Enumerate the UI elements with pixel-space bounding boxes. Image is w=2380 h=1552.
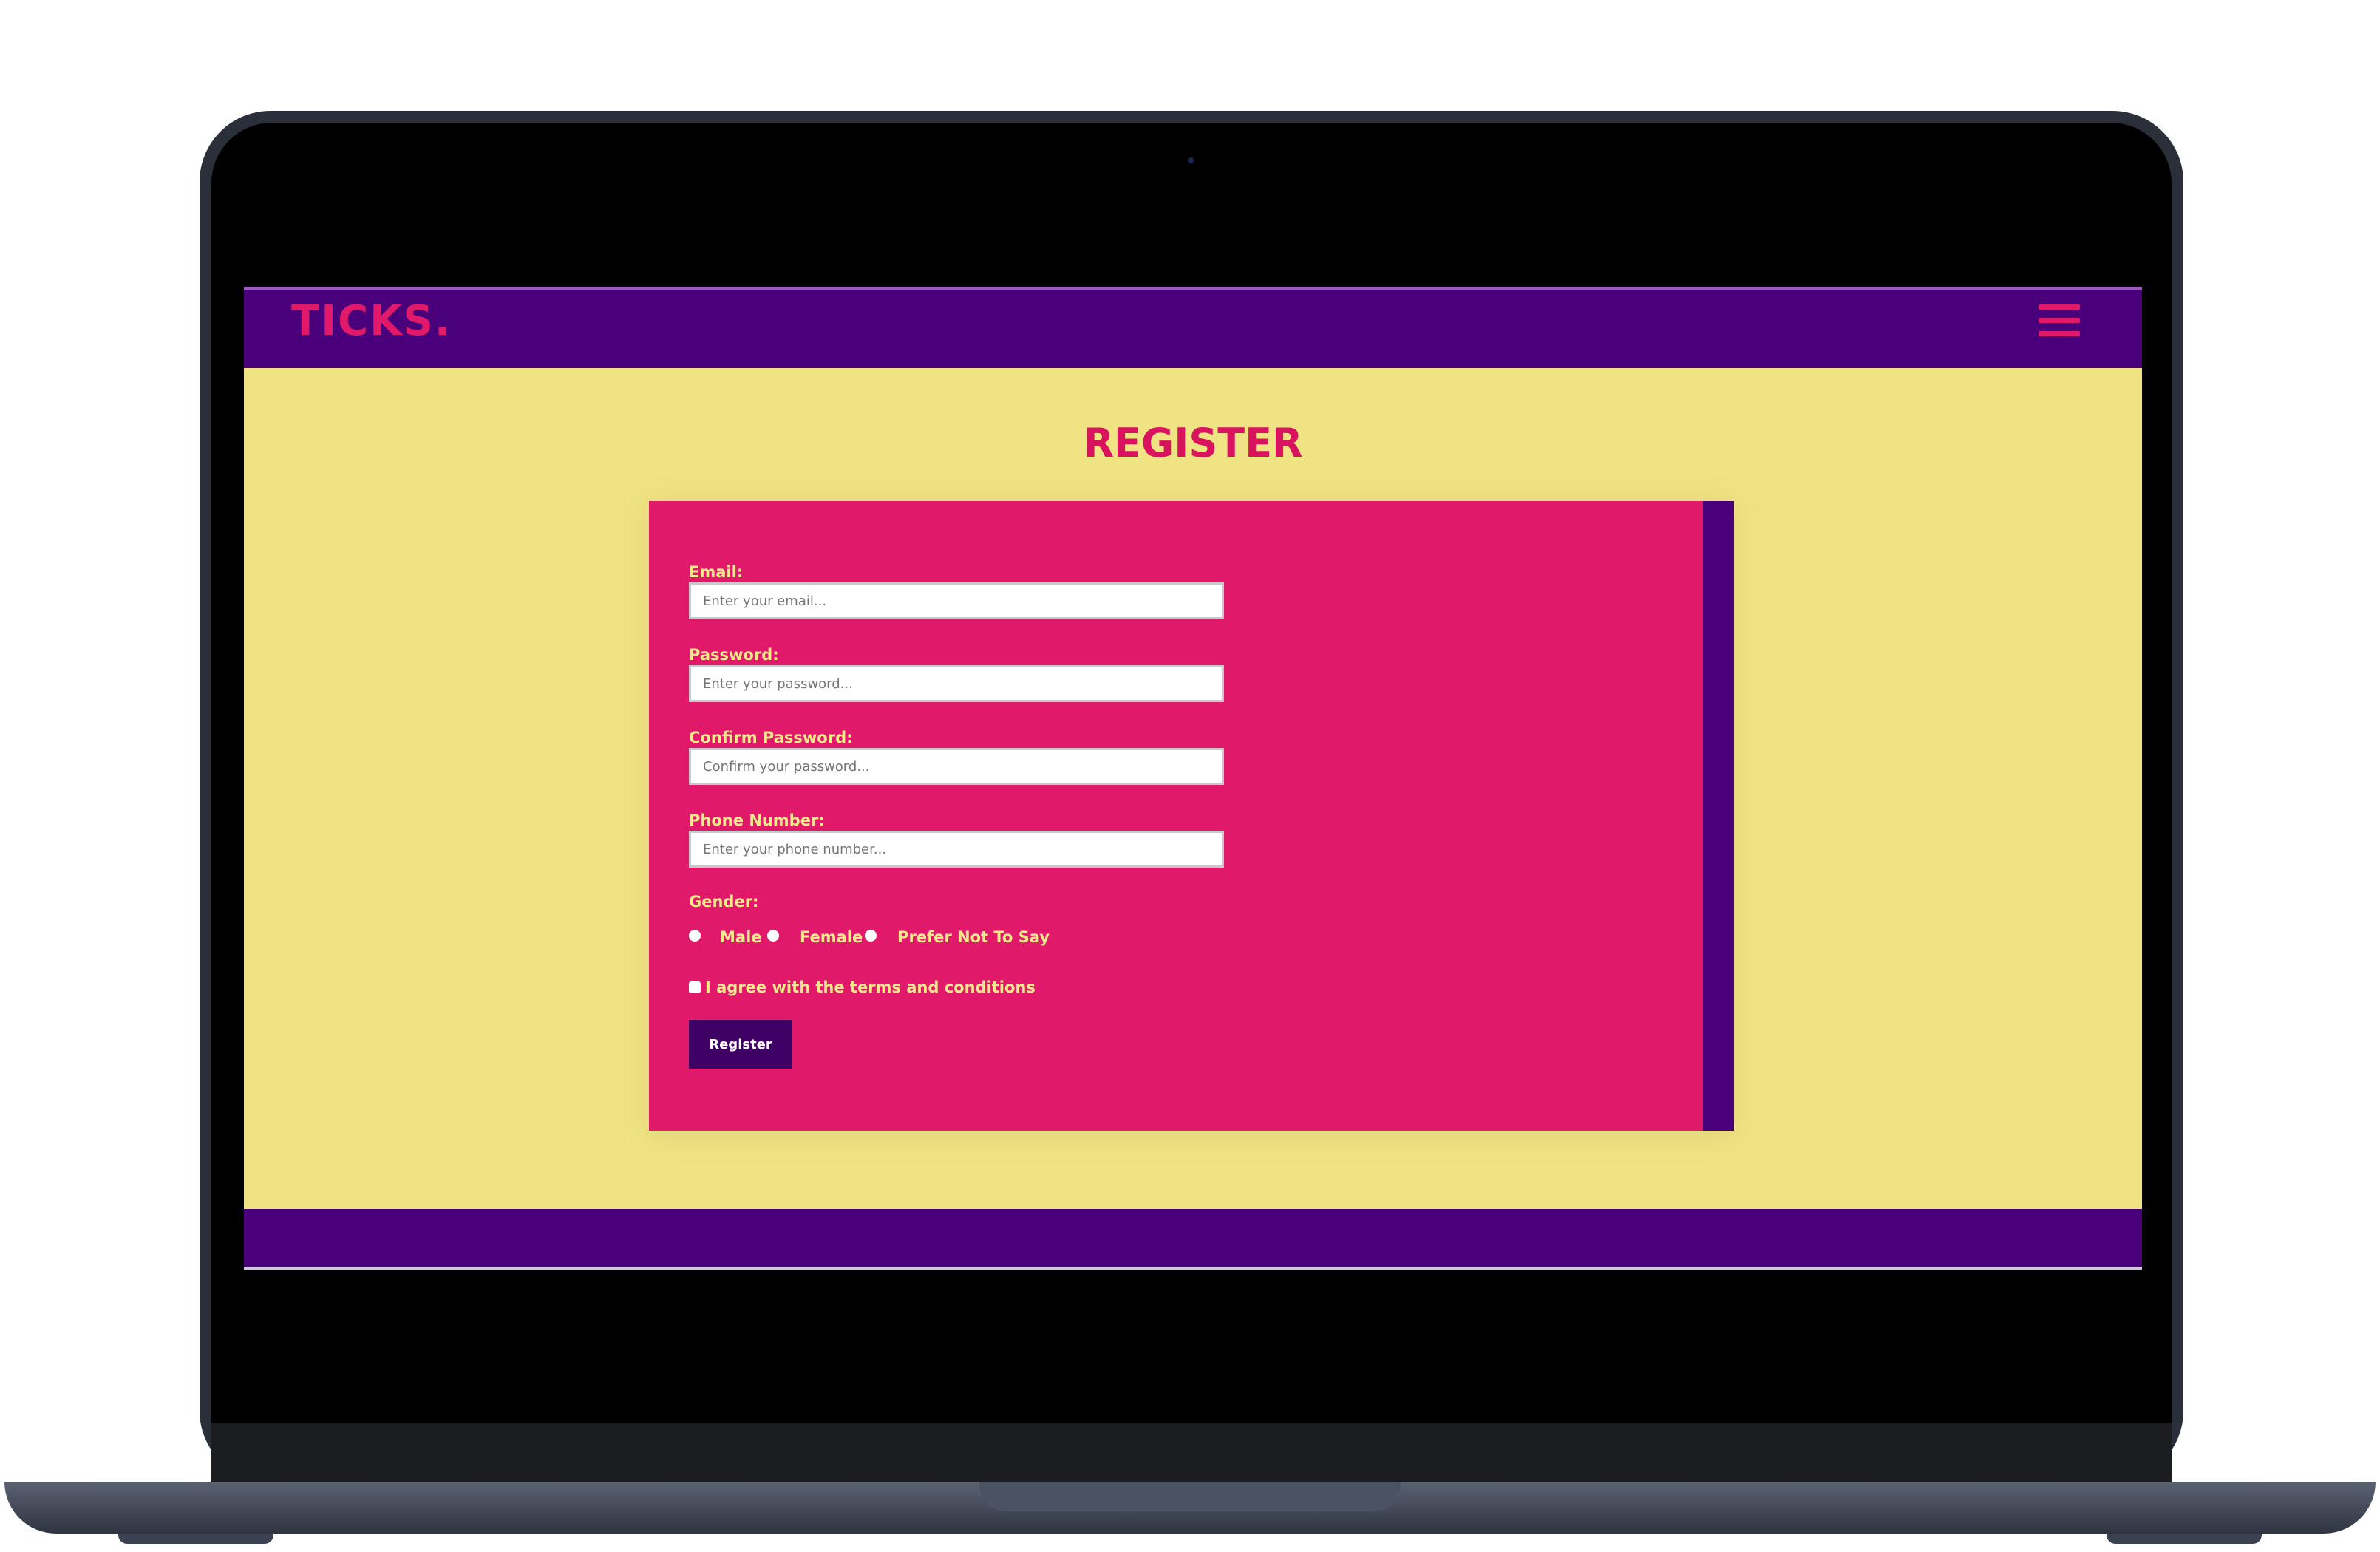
card-accent-stripe [1703,501,1734,1131]
terms-checkbox[interactable] [689,981,701,993]
website: TICKS. REGISTER Email: Password: Confirm… [244,287,2142,1270]
hamburger-menu-icon[interactable] [2039,302,2080,340]
register-button[interactable]: Register [689,1020,792,1069]
password-input[interactable] [689,665,1224,702]
top-navbar: TICKS. [244,287,2142,368]
laptop-hinge-notch [979,1482,1401,1511]
laptop-screen: TICKS. REGISTER Email: Password: Confirm… [244,161,2142,1392]
laptop-foot-right [2107,1534,2262,1544]
page-title: REGISTER [1083,420,1303,466]
site-logo[interactable]: TICKS. [291,297,452,345]
camera-notch [1075,123,1311,204]
confirm-password-label: Confirm Password: [689,729,853,746]
gender-label: Gender: [689,893,759,911]
gender-option-label: Prefer Not To Say [897,928,1050,946]
gender-option-label: Male [720,928,762,946]
gender-radio-female[interactable] [767,930,779,942]
password-label: Password: [689,646,779,664]
phone-number-input[interactable] [689,831,1224,868]
register-form-card: Email: Password: Confirm Password: Phone… [649,501,1734,1131]
footer-bar [244,1209,2142,1270]
email-label: Email: [689,563,744,581]
terms-label: I agree with the terms and conditions [705,978,1036,996]
gender-option-label: Female [800,928,863,946]
laptop-chin [211,1423,2172,1482]
camera-icon [1188,157,1194,163]
email-input[interactable] [689,582,1224,619]
gender-radio-prefer-not-to-say[interactable] [865,930,877,942]
confirm-password-input[interactable] [689,748,1224,785]
gender-radio-male[interactable] [689,930,701,942]
phone-number-label: Phone Number: [689,811,825,829]
laptop-foot-left [118,1534,273,1544]
